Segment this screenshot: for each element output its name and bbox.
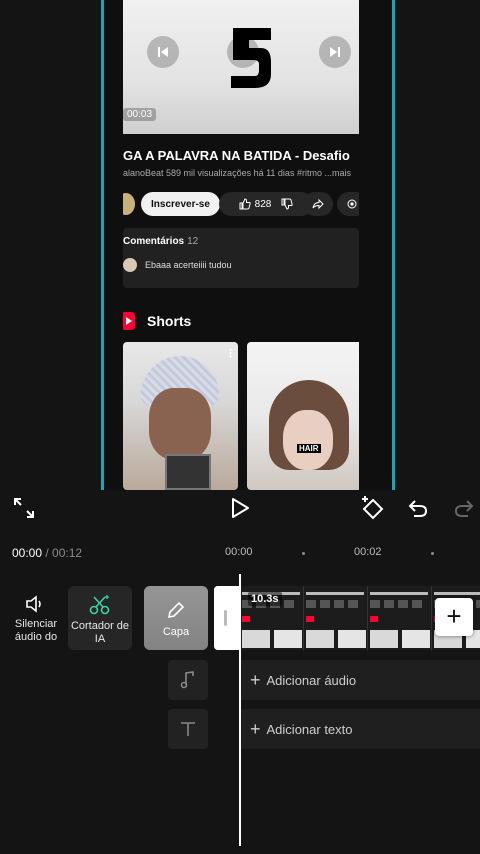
channel-avatar <box>123 193 135 215</box>
previous-icon <box>147 36 179 68</box>
add-text-label: Adicionar texto <box>266 721 353 737</box>
clip-duration: 10.3s <box>248 592 282 606</box>
short-overlay-text: HAIR <box>297 444 321 453</box>
ai-cutter-label: Cortador de IA <box>70 620 130 645</box>
plus-icon: + <box>250 669 261 690</box>
mute-audio-label: Silenciar áudio do <box>14 618 58 643</box>
preview-content: 00:03 GA A PALAVRA NA BATIDA - Desafio a… <box>123 0 359 490</box>
add-text-button[interactable]: + Adicionar texto <box>240 709 480 749</box>
comments-header: Comentários 12 <box>123 236 199 247</box>
playhead[interactable] <box>239 574 241 846</box>
ruler-mark-0: 00:00 <box>225 546 253 558</box>
thumbs-up-icon <box>239 198 251 210</box>
comment-text: Ebaaa acerteiiii tudou <box>145 260 232 270</box>
commenter-avatar <box>123 258 137 272</box>
add-clip-button[interactable]: + <box>435 598 473 636</box>
ruler-dot <box>431 552 434 555</box>
shorts-title: Shorts <box>147 313 192 329</box>
ai-scissors-icon <box>89 595 110 615</box>
like-count: 828 <box>254 198 272 210</box>
shorts-header: Shorts <box>123 312 191 330</box>
ruler-dot <box>302 552 305 555</box>
text-icon <box>168 709 208 749</box>
more-icon <box>229 348 232 358</box>
add-audio-button[interactable]: + Adicionar áudio <box>240 660 480 700</box>
add-audio-label: Adicionar áudio <box>266 672 357 688</box>
inset-thumbnail <box>165 454 211 490</box>
remix-icon <box>337 192 359 216</box>
short-thumbnail-2: HAIR <box>247 342 359 490</box>
ruler-mark-1: 00:02 <box>354 546 382 558</box>
fullscreen-icon[interactable] <box>12 496 36 520</box>
video-editor: 00:03 GA A PALAVRA NA BATIDA - Desafio a… <box>0 0 480 854</box>
video-timestamp: 00:03 <box>123 108 157 121</box>
next-icon <box>319 36 351 68</box>
person-face <box>283 410 333 470</box>
clip-trim-handle[interactable] <box>214 586 238 650</box>
like-dislike-pill: 828 <box>219 192 313 216</box>
subscribe-button: Inscrever-se <box>141 192 220 216</box>
comments-panel: Comentários 12 Ebaaa acerteiiii tudou <box>123 228 359 288</box>
pencil-icon <box>167 601 185 619</box>
person-face <box>149 388 211 460</box>
thumbs-down-icon <box>281 198 294 210</box>
mute-audio-button[interactable]: Silenciar áudio do <box>4 586 68 650</box>
current-time: 00:00 <box>12 546 43 560</box>
keyframe-icon[interactable] <box>358 494 386 522</box>
plus-icon: + <box>250 718 261 739</box>
timecode: 00:00 / 00:12 <box>12 546 83 560</box>
cover-label: Capa <box>162 626 190 638</box>
video-title: GA A PALAVRA NA BATIDA - Desafio <box>123 148 350 163</box>
total-time: 00:12 <box>52 546 83 560</box>
video-preview[interactable]: 00:03 GA A PALAVRA NA BATIDA - Desafio a… <box>101 0 395 490</box>
music-note-icon <box>168 660 208 700</box>
redo-icon[interactable] <box>450 494 478 522</box>
channel-logo-icon <box>231 28 271 88</box>
clip-frame <box>304 586 368 650</box>
speaker-icon <box>26 595 41 613</box>
clip-frame <box>368 586 432 650</box>
embedded-video-player: 00:03 <box>123 0 359 134</box>
short-thumbnail-1 <box>123 342 238 490</box>
cover-button[interactable]: Capa <box>144 586 208 650</box>
shorts-logo-icon <box>123 312 135 330</box>
video-meta: alanoBeat 589 mil visualizações há 11 di… <box>123 168 351 178</box>
video-actions: Inscrever-se 828 <box>123 192 359 216</box>
undo-icon[interactable] <box>404 494 432 522</box>
share-icon <box>303 192 333 216</box>
play-icon[interactable] <box>226 494 254 522</box>
ai-cutter-button[interactable]: Cortador de IA <box>68 586 132 650</box>
